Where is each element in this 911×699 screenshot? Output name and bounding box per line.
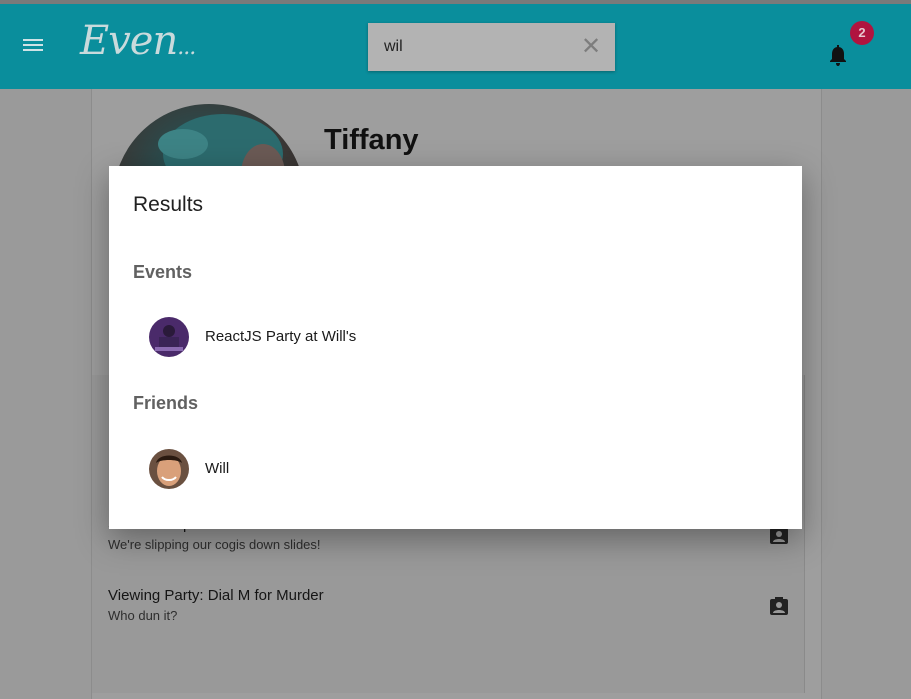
notification-bell-icon[interactable] [828, 45, 848, 67]
top-app-bar: Even... ✕ 2 [0, 0, 911, 89]
search-input[interactable] [368, 23, 584, 71]
search-box: ✕ [368, 23, 615, 71]
clear-search-icon[interactable]: ✕ [579, 35, 603, 59]
event-subtitle: We're slipping our cogis down slides! [108, 537, 321, 552]
profile-name: Tiffany [324, 124, 419, 156]
event-result-item[interactable]: ReactJS Party at Will's [149, 317, 769, 357]
logo-dots: ... [177, 35, 196, 60]
event-subtitle: Who dun it? [108, 608, 178, 623]
events-section-heading: Events [133, 262, 193, 282]
app-logo[interactable]: Even... [80, 18, 196, 78]
logo-text: Even [80, 18, 178, 64]
friends-section-heading: Friends [133, 393, 199, 413]
friend-result-item[interactable]: Will [149, 449, 769, 489]
list-item[interactable]: Viewing Party: Dial M for Murder Who dun… [108, 587, 788, 623]
notification-count-badge: 2 [850, 21, 874, 45]
friend-result-label: Will [205, 460, 230, 477]
contact-card-icon[interactable] [770, 597, 788, 615]
event-thumbnail [149, 317, 189, 357]
dialog-title: Results [133, 193, 204, 216]
search-results-dialog: Results Events ReactJS Party at Will's F… [109, 166, 802, 529]
event-title: Viewing Party: Dial M for Murder [108, 587, 324, 604]
event-result-label: ReactJS Party at Will's [205, 328, 357, 345]
friend-avatar [149, 449, 189, 489]
menu-icon[interactable] [23, 39, 43, 55]
